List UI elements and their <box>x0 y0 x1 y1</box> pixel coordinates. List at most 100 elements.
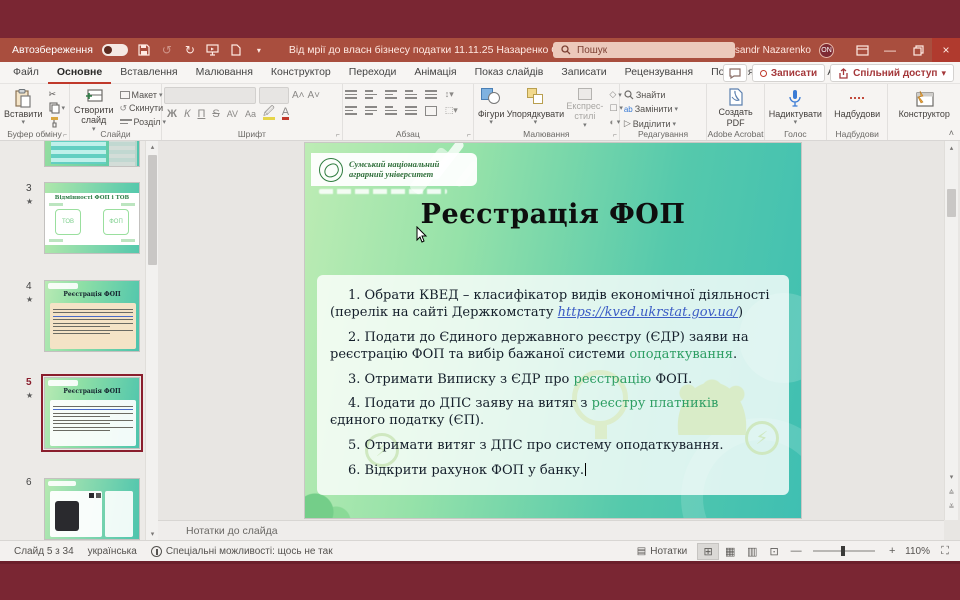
numbering-button[interactable] <box>365 90 377 99</box>
thumbnail-scrollbar[interactable]: ▴ ▾ <box>145 141 158 540</box>
minimize-button[interactable]: — <box>876 38 904 62</box>
language-indicator[interactable]: українська <box>88 546 137 557</box>
new-document-icon[interactable] <box>229 43 243 57</box>
autosave-toggle[interactable] <box>102 44 128 56</box>
align-left-button[interactable] <box>345 106 357 115</box>
slide-sorter-view-button[interactable]: ▦ <box>719 543 741 560</box>
layout-button[interactable]: Макет▾ <box>118 88 168 101</box>
start-presentation-icon[interactable] <box>206 43 220 57</box>
strikethrough-button[interactable]: S <box>212 108 219 120</box>
tab-файл[interactable]: Файл <box>4 62 48 84</box>
previous-slide-icon[interactable]: ≙ <box>946 487 957 499</box>
line-spacing-button[interactable] <box>425 90 437 99</box>
bullets-button[interactable] <box>345 90 357 99</box>
addins-button[interactable]: Надбудови <box>832 87 882 129</box>
ribbon-display-options-icon[interactable] <box>848 38 876 62</box>
tab-конструктор[interactable]: Конструктор <box>262 62 340 84</box>
slideshow-button[interactable]: ⊡ <box>763 543 785 560</box>
search-input[interactable]: Пошук <box>553 42 735 58</box>
tab-переходи[interactable]: Переходи <box>340 62 406 84</box>
editor-scrollbar[interactable]: ▴ ▾ ≙ ≚ <box>944 141 958 520</box>
scroll-up-icon[interactable]: ▴ <box>147 141 158 153</box>
thumbnail-slide-5-selected[interactable]: Реєстрація ФОП <box>44 377 140 449</box>
slide-list-item-3[interactable]: 3. Отримати Виписку з ЄДР про реєстрацію… <box>330 372 777 389</box>
scroll-up-icon[interactable]: ▴ <box>946 142 957 154</box>
font-color-button[interactable]: А <box>282 108 289 120</box>
underline-button[interactable]: П <box>197 108 205 120</box>
save-icon[interactable] <box>137 43 151 57</box>
record-button[interactable]: Записати <box>752 64 825 82</box>
align-center-button[interactable] <box>365 106 377 115</box>
zoom-level[interactable]: 110% <box>905 546 930 557</box>
dictate-button[interactable]: Надиктувати▾ <box>767 87 824 129</box>
tab-анімація[interactable]: Анімація <box>405 62 465 84</box>
redo-icon[interactable]: ↻ <box>183 43 197 57</box>
replace-button[interactable]: abЗамінити▾ <box>622 103 680 116</box>
reset-button[interactable]: ↺Скинути <box>118 102 168 115</box>
align-right-button[interactable] <box>385 106 397 115</box>
create-pdf-button[interactable]: Создать PDF <box>709 87 762 129</box>
zoom-out-button[interactable]: — <box>785 543 807 560</box>
designer-button[interactable]: Конструктор <box>897 87 952 129</box>
thumbnail-slide-3[interactable]: Відмінності ФОП і ТОВ ТОВ ФОП <box>44 182 140 254</box>
zoom-slider[interactable] <box>813 550 875 552</box>
notes-toggle-button[interactable]: ▤Нотатки <box>637 546 687 557</box>
thumbnail-slide-2[interactable] <box>44 141 140 167</box>
font-dialog-launcher[interactable]: ⌐ <box>336 132 340 139</box>
share-button[interactable]: Спільний доступ▾ <box>830 64 954 82</box>
drawing-dialog-launcher[interactable]: ⌐ <box>613 132 617 139</box>
scroll-down-icon[interactable]: ▾ <box>946 471 957 483</box>
thumbnail-slide-6[interactable] <box>44 478 140 540</box>
font-size-select[interactable] <box>259 87 289 104</box>
restore-button[interactable] <box>904 38 932 62</box>
character-spacing-button[interactable]: AV <box>227 109 238 119</box>
increase-font-icon[interactable]: A˄ <box>292 90 305 101</box>
tab-записати[interactable]: Записати <box>552 62 615 84</box>
tab-рецензування[interactable]: Рецензування <box>616 62 702 84</box>
format-painter-button[interactable] <box>47 115 68 128</box>
font-name-select[interactable] <box>164 87 256 104</box>
fit-to-window-button[interactable]: ⛶ <box>934 543 956 560</box>
highlight-color-button[interactable]: 🖉 <box>263 108 275 120</box>
next-slide-icon[interactable]: ≚ <box>946 501 957 513</box>
slide-list-item-1[interactable]: 1. Обрати КВЕД – класифікатор видів екон… <box>330 288 777 322</box>
close-button[interactable]: × <box>932 38 960 62</box>
slide-list-item-4[interactable]: 4. Подати до ДПС заяву на витяг з реєстр… <box>330 396 777 430</box>
italic-button[interactable]: К <box>184 108 190 120</box>
slide-content-textbox[interactable]: ⚡ ⚡ 1. Обрати КВЕД – класифікатор видів … <box>317 275 789 495</box>
slide-editor[interactable]: Сумський національнийаграрний університе… <box>305 143 801 518</box>
increase-indent-button[interactable] <box>405 90 417 99</box>
slide-title[interactable]: Реєстрація ФОП <box>305 199 801 230</box>
collapse-ribbon-icon[interactable]: ˄ <box>949 128 954 138</box>
thumbnail-slide-4[interactable]: Реєстрація ФОП <box>44 280 140 352</box>
slide-list-item-2[interactable]: 2. Подати до Єдиного державного реєстру … <box>330 330 777 364</box>
notes-pane[interactable]: Нотатки до слайда <box>158 520 944 540</box>
cut-button[interactable]: ✂ <box>47 88 68 101</box>
bold-button[interactable]: Ж <box>167 108 177 120</box>
scrollbar-thumb[interactable] <box>947 189 956 217</box>
tab-показ-слайдів[interactable]: Показ слайдів <box>466 62 553 84</box>
text-direction-button[interactable]: ↕▾ <box>445 89 454 100</box>
shapes-button[interactable]: Фігури▾ <box>476 87 507 129</box>
zoom-in-button[interactable]: + <box>881 543 903 560</box>
scrollbar-thumb[interactable] <box>148 155 157 265</box>
hyperlink[interactable]: https://kved.ukrstat.gov.ua/ <box>558 305 738 320</box>
zoom-slider-thumb[interactable] <box>841 546 845 556</box>
tab-малювання[interactable]: Малювання <box>187 62 262 84</box>
clipboard-dialog-launcher[interactable]: ⌐ <box>63 132 67 139</box>
justify-button[interactable] <box>405 106 417 115</box>
accessibility-status[interactable]: Спеціальні можливості: щось не так <box>151 546 333 557</box>
change-case-button[interactable]: Aa <box>245 109 256 119</box>
normal-view-button[interactable]: ⊞ <box>697 543 719 560</box>
decrease-indent-button[interactable] <box>385 90 397 99</box>
decrease-font-icon[interactable]: A˅ <box>308 90 321 101</box>
columns-button[interactable] <box>425 106 437 116</box>
comments-button[interactable] <box>723 64 747 82</box>
tab-основне[interactable]: Основне <box>48 62 111 84</box>
new-slide-button[interactable]: Створити слайд▾ <box>72 87 116 129</box>
scroll-down-icon[interactable]: ▾ <box>147 528 158 540</box>
arrange-button[interactable]: Упорядкувати▾ <box>508 87 562 129</box>
avatar[interactable]: ON <box>819 43 834 58</box>
paste-button[interactable]: Вставити▾ <box>2 87 45 129</box>
slide-list-item-6[interactable]: 6. Відкрити рахунок ФОП у банку. <box>330 463 777 480</box>
